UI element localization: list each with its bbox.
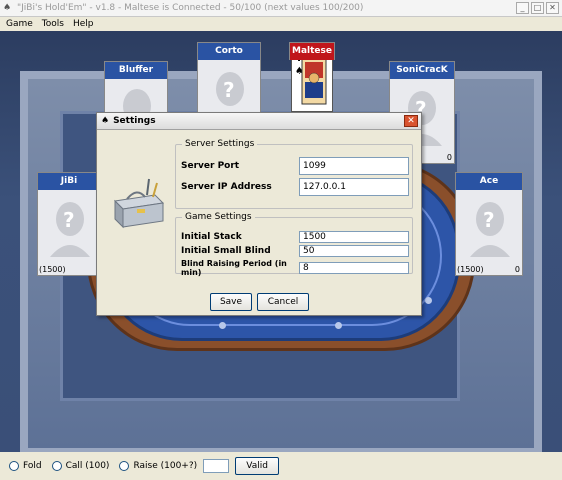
menu-bar: Game Tools Help: [0, 17, 562, 31]
fold-label: Fold: [23, 461, 42, 471]
initial-stack-label: Initial Stack: [181, 232, 242, 242]
window-title: "JiBi's Hold'Em" - v1.8 - Maltese is Con…: [17, 3, 364, 13]
seat-marker: [425, 297, 432, 304]
avatar-placeholder-icon: ?: [50, 202, 90, 257]
initial-stack-row: Initial Stack 1500: [181, 231, 413, 243]
player-stack: (1500): [457, 265, 484, 274]
player-name: Bluffer: [105, 62, 167, 79]
window-controls: _ □ ✕: [516, 2, 559, 14]
call-radio[interactable]: Call (100): [51, 461, 110, 471]
raise-radio-circle[interactable]: [119, 461, 130, 471]
player-seat-bluffer[interactable]: Bluffer: [104, 61, 168, 123]
minimize-button[interactable]: _: [516, 2, 529, 14]
valid-button[interactable]: Valid: [235, 457, 280, 475]
avatar-placeholder-icon: ?: [470, 202, 510, 257]
seat-marker: [335, 322, 342, 329]
menu-help[interactable]: Help: [73, 19, 94, 29]
cancel-button[interactable]: Cancel: [257, 293, 309, 311]
server-settings-legend: Server Settings: [185, 139, 255, 149]
action-bar: Fold Call (100) Raise (100+?) Valid: [0, 452, 562, 480]
server-port-input[interactable]: 1099: [299, 157, 409, 175]
player-chips: 0: [446, 153, 452, 162]
call-radio-circle[interactable]: [51, 461, 62, 471]
player-seat-jibi[interactable]: JiBi ? (1500): [37, 172, 101, 276]
raise-label: Raise (100+?): [133, 461, 198, 471]
save-button[interactable]: Save: [210, 293, 252, 311]
small-blind-input[interactable]: 50: [299, 245, 409, 257]
dialog-title-bar[interactable]: ♠ Settings ✕: [97, 113, 421, 130]
blind-period-label: Blind Raising Period (in min): [181, 259, 287, 277]
fold-radio-circle[interactable]: [9, 461, 19, 471]
menu-tools[interactable]: Tools: [42, 19, 64, 29]
player-name: Maltese: [290, 43, 334, 60]
dialog-app-icon: ♠: [101, 116, 110, 126]
raise-radio[interactable]: Raise (100+?): [119, 461, 197, 471]
player-stack: (1500): [39, 265, 66, 274]
seat-marker: [219, 322, 226, 329]
server-port-label: Server Port: [181, 161, 240, 171]
player-name: JiBi: [38, 173, 100, 190]
title-bar: ♠ "JiBi's Hold'Em" - v1.8 - Maltese is C…: [0, 0, 562, 17]
raise-amount-input[interactable]: [203, 459, 230, 473]
server-ip-input[interactable]: 127.0.0.1: [299, 178, 409, 196]
settings-dialog: ♠ Settings ✕ Server Settings Server Port…: [96, 112, 422, 316]
player-name: SoniCracK: [390, 62, 454, 79]
close-button[interactable]: ✕: [546, 2, 559, 14]
svg-text:?: ?: [63, 208, 75, 232]
blind-period-input[interactable]: 8: [299, 262, 409, 274]
svg-text:?: ?: [483, 208, 495, 232]
call-label: Call (100): [65, 461, 110, 471]
player-chips: 0: [514, 265, 520, 274]
small-blind-row: Initial Small Blind 50: [181, 245, 413, 257]
dialog-close-button[interactable]: ✕: [404, 115, 418, 127]
server-ip-label: Server IP Address: [181, 182, 272, 192]
blind-period-row: Blind Raising Period (in min) 8: [181, 259, 413, 277]
game-settings-legend: Game Settings: [185, 212, 252, 222]
player-seat-maltese[interactable]: Maltese: [289, 42, 335, 60]
player-name: Corto: [198, 43, 260, 60]
svg-text:?: ?: [223, 78, 235, 102]
small-blind-label: Initial Small Blind: [181, 246, 271, 256]
dialog-title: Settings: [113, 116, 156, 126]
fold-radio[interactable]: Fold: [9, 461, 42, 471]
player-seat-corto[interactable]: Corto ?: [197, 42, 261, 127]
menu-game[interactable]: Game: [6, 19, 33, 29]
server-ip-row: Server IP Address 127.0.0.1: [181, 178, 413, 196]
player-seat-ace[interactable]: Ace ? (1500) 0: [455, 172, 523, 276]
toolbox-icon: [113, 178, 165, 229]
maximize-button[interactable]: □: [531, 2, 544, 14]
server-port-row: Server Port 1099: [181, 157, 413, 175]
app-icon: ♠: [3, 3, 12, 13]
initial-stack-input[interactable]: 1500: [299, 231, 409, 243]
player-name: Ace: [456, 173, 522, 190]
